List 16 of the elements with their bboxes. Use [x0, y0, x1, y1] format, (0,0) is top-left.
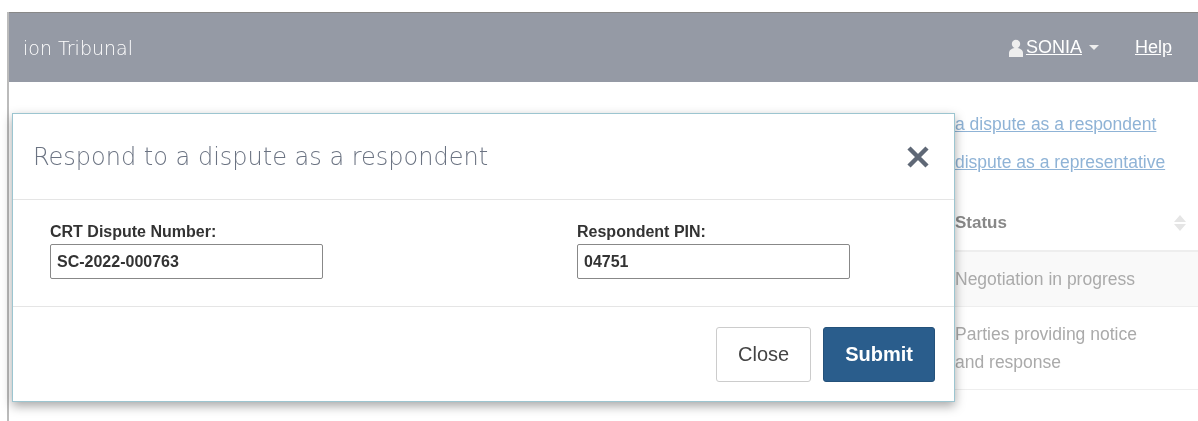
help-link[interactable]: Help [1134, 37, 1172, 58]
field-label: CRT Dispute Number: [50, 223, 218, 241]
sort-icon [1174, 215, 1186, 231]
input-field[interactable]: 04751 [577, 244, 850, 279]
field-label: Respondent PIN: [577, 223, 707, 241]
dispute-link[interactable]: a dispute as a respondent [955, 114, 1198, 135]
submit-button[interactable]: Submit [823, 326, 935, 382]
site-title: ion Tribunal [23, 36, 134, 59]
user-menu[interactable]: SONIA [1008, 37, 1099, 58]
dispute-link[interactable]: dispute as a representative [955, 152, 1198, 173]
table-cell: Negotiation in progress [955, 252, 1198, 307]
user-icon [1008, 38, 1023, 57]
close-button[interactable]: Close [716, 326, 812, 382]
caret-icon [1088, 45, 1099, 50]
input-field[interactable]: SC-2022-000763 [50, 244, 323, 279]
modal-title: Respond to a dispute as a respondent [33, 142, 489, 171]
